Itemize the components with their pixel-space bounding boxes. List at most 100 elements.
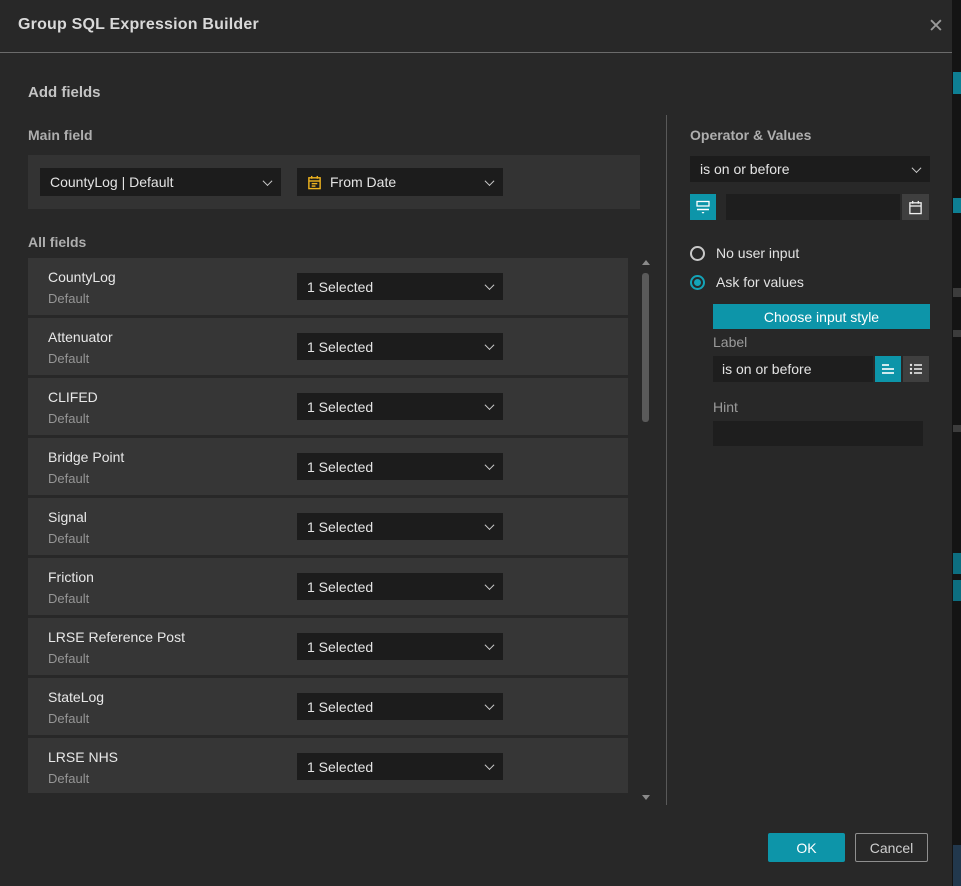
selection-value: 1 Selected [307,759,478,775]
hint-input[interactable] [713,421,923,446]
chevron-down-icon [485,340,495,350]
field-selection-dropdown[interactable]: 1 Selected [297,393,503,420]
calendar-icon [307,175,322,190]
field-sublabel: Default [48,291,89,306]
scrollbar-up-arrow[interactable] [642,260,650,265]
radio-ask-for-values[interactable]: Ask for values [690,274,804,290]
field-name: Attenuator [48,329,113,345]
field-selection-dropdown[interactable]: 1 Selected [297,573,503,600]
bulleted-list-icon [909,362,923,376]
edge-segment [953,72,961,94]
value-input[interactable] [726,194,900,220]
edge-segment [953,288,961,297]
field-sublabel: Default [48,471,89,486]
field-row-attenuator: Attenuator Default 1 Selected [28,318,628,375]
scrollbar-down-arrow[interactable] [642,795,650,800]
field-row-clifed: CLIFED Default 1 Selected [28,378,628,435]
dialog-title: Group SQL Expression Builder [18,16,259,34]
calendar-icon [908,200,923,215]
dialog-title-bar: Group SQL Expression Builder ✕ [0,0,952,53]
field-sublabel: Default [48,771,89,786]
field-name: CountyLog [48,269,116,285]
chevron-down-icon [263,176,273,186]
selection-value: 1 Selected [307,339,478,355]
selection-value: 1 Selected [307,519,478,535]
dataset-dropdown-value: CountyLog | Default [50,174,256,190]
radio-button-icon [690,246,705,261]
radio-no-user-input[interactable]: No user input [690,245,799,261]
align-left-icon [881,362,895,376]
field-sublabel: Default [48,351,89,366]
edge-segment [953,330,961,337]
chevron-down-icon [485,460,495,470]
edge-segment [953,425,961,432]
radio-button-selected-icon [690,275,705,290]
close-icon[interactable]: ✕ [922,12,950,40]
background-app-edge [952,0,961,886]
label-input[interactable] [713,356,873,382]
choose-input-style-button[interactable]: Choose input style [713,304,930,329]
chevron-down-icon [485,700,495,710]
field-selection-dropdown[interactable]: 1 Selected [297,693,503,720]
chevron-down-icon [485,640,495,650]
selection-value: 1 Selected [307,279,478,295]
edge-segment [953,580,961,601]
selection-value: 1 Selected [307,699,478,715]
label-caption: Label [713,334,747,350]
scrollbar-thumb[interactable] [642,273,649,422]
edge-segment [953,845,961,886]
field-name: CLIFED [48,389,98,405]
field-row-lrse-reference-post: LRSE Reference Post Default 1 Selected [28,618,628,675]
chevron-down-icon [485,176,495,186]
field-selection-dropdown[interactable]: 1 Selected [297,333,503,360]
selection-value: 1 Selected [307,639,478,655]
edge-segment [953,198,961,213]
selection-value: 1 Selected [307,399,478,415]
field-selection-dropdown[interactable]: 1 Selected [297,633,503,660]
radio-label: Ask for values [716,274,804,290]
list-style-button[interactable] [903,356,929,382]
field-name: Signal [48,509,87,525]
field-sublabel: Default [48,711,89,726]
all-fields-heading: All fields [28,234,86,250]
field-name: StateLog [48,689,104,705]
add-fields-heading: Add fields [28,84,101,101]
main-field-heading: Main field [28,127,93,143]
main-field-dropdown[interactable]: From Date [297,168,503,196]
field-sublabel: Default [48,411,89,426]
operator-dropdown-value: is on or before [700,161,905,177]
operator-dropdown[interactable]: is on or before [690,156,930,182]
field-row-signal: Signal Default 1 Selected [28,498,628,555]
field-name: Friction [48,569,94,585]
dataset-dropdown[interactable]: CountyLog | Default [40,168,281,196]
hint-caption: Hint [713,399,738,415]
field-row-bridge-point: Bridge Point Default 1 Selected [28,438,628,495]
selection-value: 1 Selected [307,579,478,595]
edge-segment [953,553,961,574]
field-row-friction: Friction Default 1 Selected [28,558,628,615]
chevron-down-icon [485,580,495,590]
stacked-values-icon [696,200,710,214]
field-sublabel: Default [48,651,89,666]
field-name: LRSE NHS [48,749,118,765]
main-field-panel: CountyLog | Default From Date [28,155,640,209]
cancel-button[interactable]: Cancel [855,833,928,862]
field-selection-dropdown[interactable]: 1 Selected [297,513,503,540]
value-type-toggle-button[interactable] [690,194,716,220]
ok-button[interactable]: OK [768,833,845,862]
chevron-down-icon [485,760,495,770]
field-sublabel: Default [48,591,89,606]
date-picker-button[interactable] [902,194,929,220]
field-selection-dropdown[interactable]: 1 Selected [297,273,503,300]
radio-label: No user input [716,245,799,261]
field-selection-dropdown[interactable]: 1 Selected [297,453,503,480]
field-name: Bridge Point [48,449,124,465]
panel-divider [666,115,667,805]
single-field-style-button[interactable] [875,356,901,382]
chevron-down-icon [912,163,922,173]
field-name: LRSE Reference Post [48,629,185,645]
main-field-dropdown-value: From Date [330,174,478,190]
field-row-lrse-nhs: LRSE NHS Default 1 Selected [28,738,628,793]
field-selection-dropdown[interactable]: 1 Selected [297,753,503,780]
selection-value: 1 Selected [307,459,478,475]
